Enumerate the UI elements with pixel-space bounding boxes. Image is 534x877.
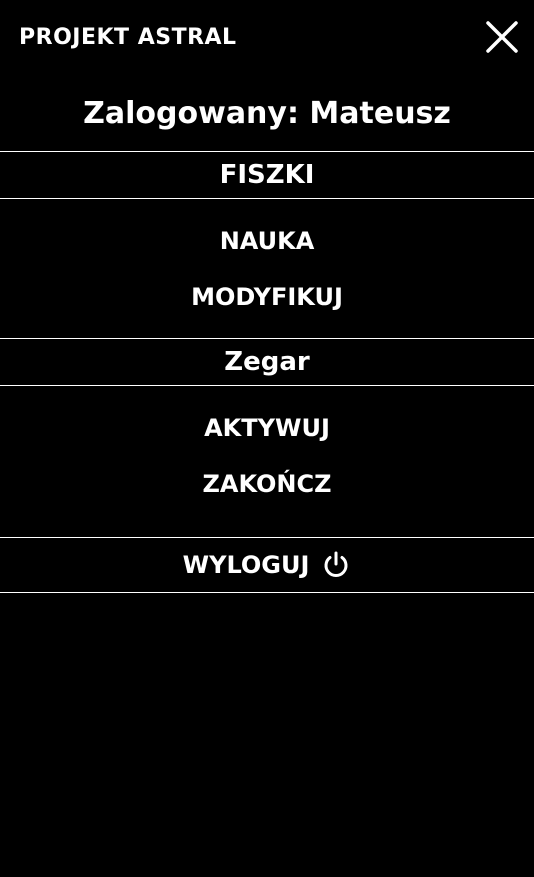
menu-item-modyfikuj[interactable]: MODYFIKUJ [0, 280, 534, 314]
header: PROJEKT ASTRAL [0, 0, 534, 78]
menu-item-nauka[interactable]: NAUKA [0, 224, 534, 258]
close-button[interactable] [484, 19, 520, 55]
section-header-flashcards: FISZKI [0, 151, 534, 199]
logout-label: WYLOGUJ [182, 551, 310, 579]
power-icon [321, 550, 351, 580]
logout-button[interactable]: WYLOGUJ [0, 537, 534, 593]
app-title: PROJEKT ASTRAL [19, 25, 237, 50]
menu-item-zakoncz[interactable]: ZAKOŃCZ [0, 467, 534, 501]
menu-item-aktywuj[interactable]: AKTYWUJ [0, 411, 534, 445]
close-icon[interactable] [484, 19, 520, 55]
logged-in-user: Zalogowany: Mateusz [83, 96, 451, 131]
section-header-clock: Zegar [0, 338, 534, 386]
